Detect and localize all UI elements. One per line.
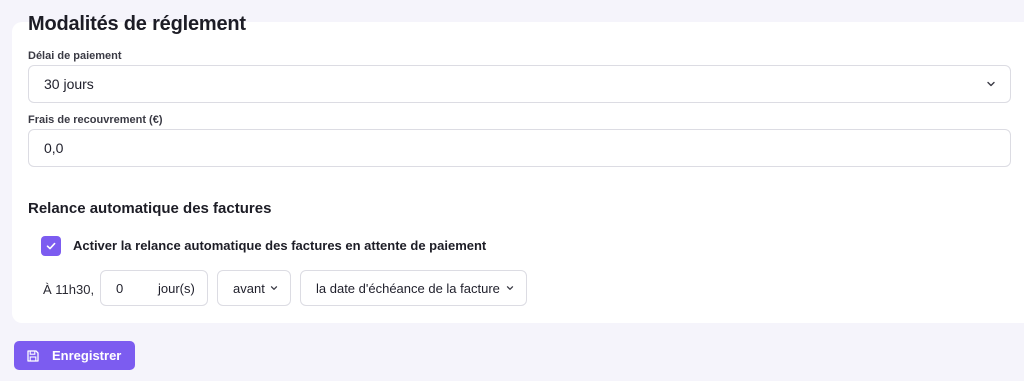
reminder-timing-value: avant	[233, 280, 265, 296]
reminder-days-input[interactable]: 0 jour(s)	[100, 270, 208, 306]
collection-fees-value: 0,0	[44, 140, 64, 156]
check-icon	[46, 242, 56, 250]
payment-delay-select[interactable]: 30 jours	[28, 65, 1011, 103]
reminder-time-label: À 11h30,	[43, 282, 95, 297]
reminder-reference-select[interactable]: la date d'échéance de la facture	[300, 270, 527, 306]
save-button-label: Enregistrer	[52, 348, 122, 363]
reminder-days-unit: jour(s)	[158, 281, 195, 296]
collection-fees-label: Frais de recouvrement (€)	[28, 114, 163, 126]
auto-reminder-checkbox[interactable]	[41, 236, 61, 256]
payment-delay-value: 30 jours	[44, 76, 94, 92]
payment-delay-label: Délai de paiement	[28, 50, 122, 62]
reminder-reference-value: la date d'échéance de la facture	[316, 280, 500, 296]
floppy-disk-icon	[27, 349, 39, 362]
reminder-days-value: 0	[116, 281, 124, 296]
reminder-timing-select[interactable]: avant	[217, 270, 291, 306]
save-button[interactable]: Enregistrer	[14, 341, 135, 370]
auto-reminder-label[interactable]: Activer la relance automatique des factu…	[73, 238, 486, 253]
chevron-down-icon	[987, 81, 995, 87]
reminder-section-title: Relance automatique des factures	[28, 200, 272, 217]
chevron-down-icon	[270, 286, 278, 290]
chevron-down-icon	[506, 286, 514, 290]
section-title: Modalités de réglement	[28, 13, 246, 35]
collection-fees-input[interactable]: 0,0	[28, 129, 1011, 167]
